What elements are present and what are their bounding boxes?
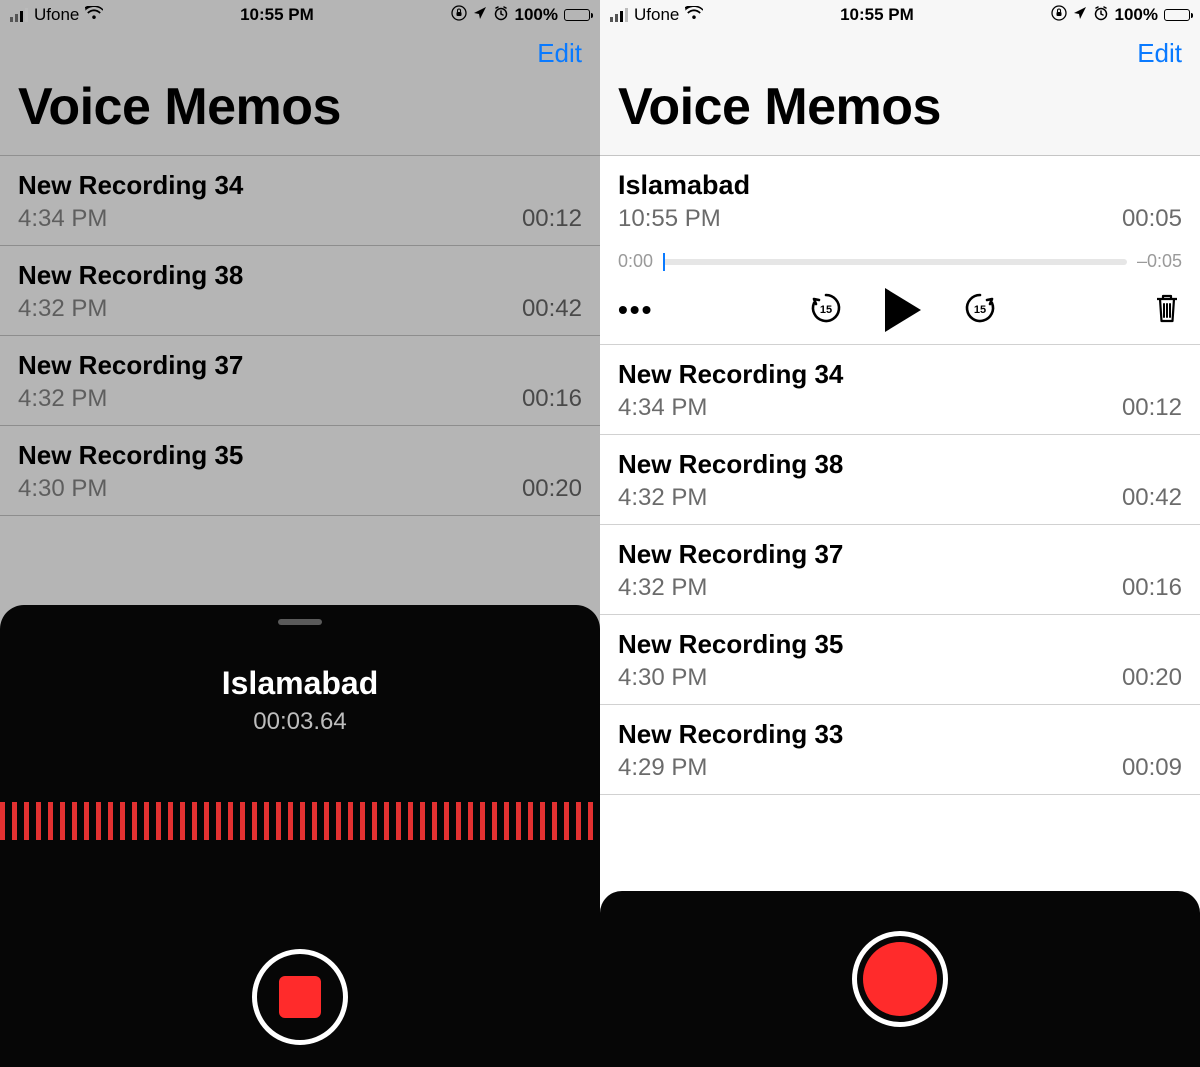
status-bar: Ufone 10:55 PM 100% [0,0,600,30]
list-item[interactable]: New Recording 33 4:29 PM 00:09 [600,705,1200,795]
memo-duration: 00:20 [1122,664,1182,692]
memo-time: 4:30 PM [618,664,707,692]
status-bar: Ufone 10:55 PM 100% [600,0,1200,30]
nav-row: Edit [0,30,600,73]
memo-duration: 00:42 [522,295,582,323]
signal-bars-icon [610,8,628,22]
record-icon [863,942,937,1016]
memo-title: Islamabad [618,170,1182,201]
memo-time: 4:29 PM [618,754,707,782]
record-button[interactable] [852,931,948,1027]
list-item[interactable]: New Recording 37 4:32 PM 00:16 [0,336,600,426]
memo-title: New Recording 35 [618,629,1182,660]
memo-title: New Recording 33 [618,719,1182,750]
more-options-button[interactable]: ••• [618,294,653,326]
scrub-playhead-icon[interactable] [663,253,665,271]
list-item[interactable]: New Recording 34 4:34 PM 00:12 [600,345,1200,435]
expanded-memo[interactable]: Islamabad 10:55 PM 00:05 0:00 –0:05 ••• … [600,156,1200,345]
stop-record-button[interactable] [252,949,348,1045]
list-item[interactable]: New Recording 35 4:30 PM 00:20 [600,615,1200,705]
memo-title: New Recording 38 [18,260,582,291]
orientation-lock-icon [1051,5,1067,25]
memo-duration: 00:12 [1122,394,1182,422]
memo-duration: 00:42 [1122,484,1182,512]
memo-duration: 00:16 [1122,574,1182,602]
scrub-time-left: 0:00 [618,251,653,272]
memo-time: 4:30 PM [18,475,107,503]
wifi-icon [85,6,103,24]
list-item[interactable]: New Recording 34 4:34 PM 00:12 [0,156,600,246]
play-button[interactable] [885,288,921,332]
waveform-icon [0,802,600,840]
memo-title: New Recording 34 [618,359,1182,390]
memo-duration: 00:16 [522,385,582,413]
carrier-label: Ufone [34,5,79,25]
memo-time: 4:34 PM [618,394,707,422]
recording-elapsed: 00:03.64 [253,708,346,736]
wifi-icon [685,6,703,24]
memo-time: 10:55 PM [618,205,721,233]
location-icon [473,6,487,24]
memo-title: New Recording 37 [18,350,582,381]
header-area: Ufone 10:55 PM 100% Edit [0,0,600,155]
battery-percent: 100% [1115,5,1158,25]
list-item[interactable]: New Recording 37 4:32 PM 00:16 [600,525,1200,615]
memo-title: New Recording 37 [618,539,1182,570]
memo-title: New Recording 34 [18,170,582,201]
scrub-time-right: –0:05 [1137,251,1182,272]
memo-time: 4:32 PM [618,574,707,602]
stop-icon [279,976,321,1018]
clock-time: 10:55 PM [240,5,314,25]
alarm-icon [493,5,509,25]
memo-time: 4:34 PM [18,205,107,233]
memo-duration: 00:05 [1122,205,1182,233]
memo-title: New Recording 35 [18,440,582,471]
svg-text:15: 15 [974,304,986,316]
alarm-icon [1093,5,1109,25]
nav-row: Edit [600,30,1200,73]
signal-bars-icon [10,8,28,22]
clock-time: 10:55 PM [840,5,914,25]
memo-time: 4:32 PM [18,385,107,413]
location-icon [1073,6,1087,24]
orientation-lock-icon [451,5,467,25]
edit-button[interactable]: Edit [1137,38,1182,68]
playback-scrubber[interactable]: 0:00 –0:05 [618,251,1182,272]
delete-button[interactable] [1152,291,1182,330]
battery-icon [564,9,590,21]
phone-right-playback: Ufone 10:55 PM 100% Edit Voice Memos [600,0,1200,1067]
battery-percent: 100% [515,5,558,25]
memo-duration: 00:12 [522,205,582,233]
list-item[interactable]: New Recording 38 4:32 PM 00:42 [600,435,1200,525]
page-title: Voice Memos [618,77,1182,137]
edit-button[interactable]: Edit [537,38,582,68]
carrier-label: Ufone [634,5,679,25]
record-bar [600,891,1200,1067]
memo-duration: 00:20 [522,475,582,503]
list-item[interactable]: New Recording 38 4:32 PM 00:42 [0,246,600,336]
memo-title: New Recording 38 [618,449,1182,480]
list-item[interactable]: New Recording 35 4:30 PM 00:20 [0,426,600,516]
skip-forward-15-button[interactable]: 15 [963,291,997,330]
recording-sheet[interactable]: Islamabad 00:03.64 [0,605,600,1067]
skip-back-15-button[interactable]: 15 [809,291,843,330]
drag-handle-icon[interactable] [278,619,322,625]
svg-text:15: 15 [820,304,832,316]
memo-time: 4:32 PM [618,484,707,512]
phone-left-recording: Ufone 10:55 PM 100% Edit [0,0,600,1067]
scrub-track[interactable] [663,259,1127,265]
recording-name: Islamabad [222,665,379,702]
memo-time: 4:32 PM [18,295,107,323]
memo-duration: 00:09 [1122,754,1182,782]
battery-icon [1164,9,1190,21]
page-title: Voice Memos [18,77,582,137]
